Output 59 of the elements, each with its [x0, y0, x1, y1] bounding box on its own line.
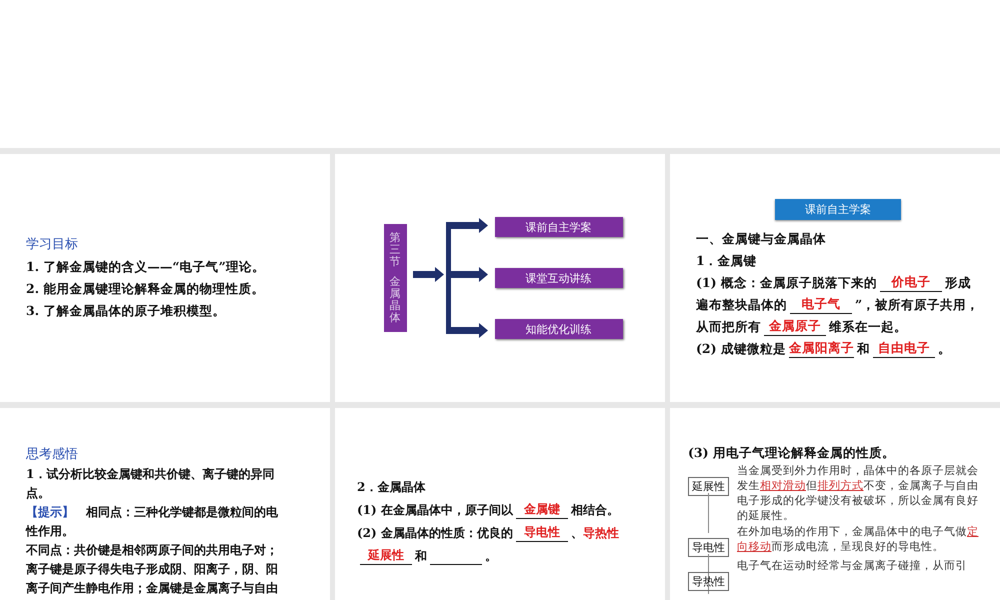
slide-text: 离子间产生静电作用；金属键是金属离子与自由	[26, 581, 278, 595]
answer-text: 导热性	[582, 526, 619, 540]
section-label: 第三节	[390, 232, 400, 268]
slide-thumbnail[interactable]: 课前自主学案 一、金属键与金属晶体 1．金属键 (1) 概念：金属原子脱落下来的 价电子 形成 遍布整块晶体的 电子气 ”，被所有原子共用， 从而把所有 金属原子 维系在一起。 (2) 成键微粒是 金属阳离子 和 自由电子 。	[670, 154, 1000, 402]
fill-in-line: 导电性	[516, 525, 568, 542]
slide-text: 2．金属晶体	[357, 480, 426, 494]
slide-text: (1) 概念：金属原子脱落下来的	[696, 274, 877, 290]
slide-text: 、	[570, 526, 583, 540]
slide-text: 1. 了解金属键的含义——“电子气”理论。	[26, 259, 265, 274]
slide-text: 1．金属键	[696, 252, 757, 268]
section-banner: 课前自主学案	[775, 198, 901, 220]
slide-text: (2) 成键微粒是	[696, 340, 786, 356]
hint-label: 【提示】	[26, 505, 74, 519]
slide-text: 维系在一起。	[829, 318, 907, 334]
slide-text: 一、金属键与金属晶体	[696, 230, 826, 246]
slide-thumbnail[interactable]: 学习目标 1. 了解金属键的含义——“电子气”理论。 2. 能用金属键理论解释金属的物理性质。 3. 了解金属晶体的原子堆积模型。	[0, 154, 330, 402]
slide-text: 和	[415, 549, 427, 563]
section-heading: 学习目标	[26, 236, 79, 254]
property-description: 电子气在运动时经常与金属离子碰撞，从而引	[737, 558, 967, 573]
slide-text: ”，被所有原子共用，	[855, 296, 980, 312]
slide-text: (3) 用电子气理论解释金属的性质。	[688, 445, 895, 460]
slide-text: 和	[856, 340, 870, 356]
slide-text: (1) 在金属晶体中，原子间以	[357, 503, 513, 517]
property-label: 导热性	[688, 572, 729, 591]
slide-text: 。	[485, 549, 497, 563]
section-heading: 思考感悟	[26, 446, 79, 464]
slide-thumbnail[interactable]: 思考感悟 1．试分析比较金属键和共价键、离子键的异同 点。 【提示】 相同点：三种化学键都是微粒间的电 性作用。 不同点：共价键是相邻两原子间的共用电子对； 离子键是原子得失电子形成阴、阳离子，阴、阳 离子间产生静电作用；金属键是金属离子与自由	[0, 408, 330, 600]
fill-in-line: 延展性	[360, 548, 412, 565]
slide-text: 。	[938, 340, 951, 356]
slide-text: (2) 金属晶体的性质：优良的	[357, 526, 513, 540]
fill-in-line: 电子气	[790, 296, 852, 314]
slide-text: 从而把所有	[696, 318, 761, 334]
fill-in-line: 金属键	[516, 502, 568, 519]
property-label: 导电性	[688, 538, 729, 557]
section-button[interactable]: 课前自主学案	[494, 217, 622, 237]
slide-thumbnail[interactable]: 2．金属晶体 (1) 在金属晶体中，原子间以 金属键 相结合。 (2) 金属晶体的性质：优良的 导电性 、导热性 延展性 和 。	[335, 408, 665, 600]
slide-text: 3. 了解金属晶体的原子堆积模型。	[26, 303, 226, 318]
fill-in-line: 金属原子	[764, 318, 826, 336]
slide-text: 形成	[944, 274, 971, 290]
property-label: 延展性	[688, 477, 729, 496]
slide-text: 性作用。	[26, 524, 74, 538]
section-button[interactable]: 知能优化训练	[494, 319, 622, 339]
slide-text: 相结合。	[570, 503, 619, 517]
fill-in-line: 价电子	[880, 274, 942, 292]
fill-in-line: 自由电子	[872, 340, 935, 358]
slide-thumbnail[interactable]: 第三节 金属晶体 课前自主学案 课堂互动讲练 知能优化训练	[335, 154, 665, 402]
section-button[interactable]: 课堂互动讲练	[494, 268, 622, 288]
slide-text: 相同点：三种化学键都是微粒间的电	[86, 505, 278, 519]
property-description: 在外加电场的作用下，金属晶体中的电子气做定向移动而形成电流，呈现良好的导电性。	[737, 524, 980, 554]
fill-in-line: 金属阳离子	[788, 340, 854, 358]
section-label: 金属晶体	[390, 276, 400, 324]
slide-text: 遍布整块晶体的	[696, 296, 787, 312]
slide-text: 不同点：共价键是相邻两原子间的共用电子对；	[26, 543, 278, 557]
slide-text: 1．试分析比较金属键和共价键、离子键的异同	[26, 467, 274, 481]
property-description: 当金属受到外力作用时，晶体中的各原子层就会发生相对滑动但排列方式不变，金属离子与自由电子形成的化学键没有被破坏，所以金属有良好的延展性。	[737, 463, 980, 523]
slide-text: 2. 能用金属键理论解释金属的物理性质。	[26, 281, 264, 296]
slide-text: 离子键是原子得失电子形成阴、阳离子，阴、阳	[26, 562, 278, 576]
slide-text: 点。	[26, 486, 50, 500]
slide-thumbnail[interactable]: (3) 用电子气理论解释金属的性质。 延展性 当金属受到外力作用时，晶体中的各原子层就会发生相对滑动但排列方式不变，金属离子与自由电子形成的化学键没有被破坏，所以金属有良好的延展性。 导电性 在外加电场的作用下，金属晶体中的电子气做定向移动而形成电流，呈现良好的导电性。 导热性 电子气在运动时经常与金属离子碰撞，从而引	[670, 408, 1000, 600]
